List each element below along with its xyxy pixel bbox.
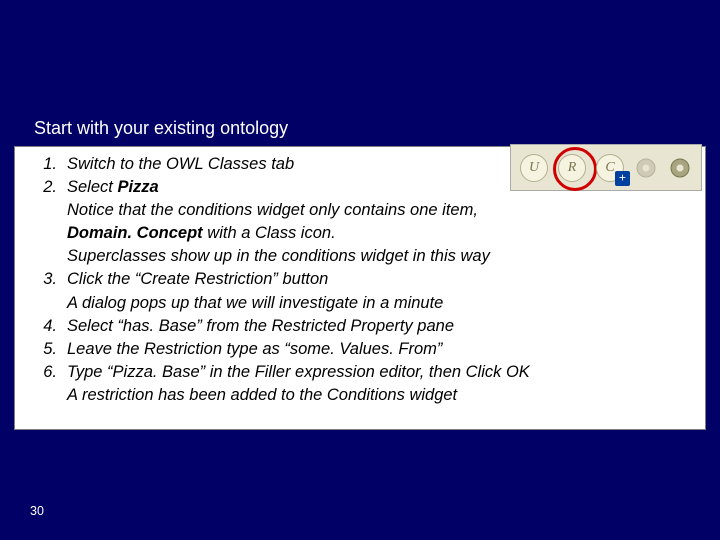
class-c-label: C (605, 160, 614, 176)
class-u-button: U (520, 154, 548, 182)
step-note: Superclasses show up in the conditions w… (67, 245, 693, 268)
step-note: A dialog pops up that we will investigat… (67, 292, 693, 315)
steps-list: 1.Switch to the OWL Classes tab2.Select … (27, 153, 693, 407)
gear-disabled-icon (634, 156, 658, 180)
step-row: 5.Leave the Restriction type as “some. V… (27, 338, 693, 361)
create-restriction-button[interactable]: R (558, 154, 586, 182)
slide-title: Start with your existing ontology (34, 118, 288, 139)
step-row: 3.Click the “Create Restriction” button (27, 268, 693, 291)
step-note: Domain. Concept with a Class icon. (67, 222, 693, 245)
step-number: 3. (27, 268, 67, 291)
step-number: 2. (27, 176, 67, 199)
step-text: Select “has. Base” from the Restricted P… (67, 315, 693, 338)
class-u-label: U (529, 160, 539, 176)
step-text: Click the “Create Restriction” button (67, 268, 693, 291)
step-number: 1. (27, 153, 67, 176)
step-number: 4. (27, 315, 67, 338)
step-note: A restriction has been added to the Cond… (67, 384, 693, 407)
step-note: Notice that the conditions widget only c… (67, 199, 693, 222)
step-number: 6. (27, 361, 67, 384)
gear-icon (668, 156, 692, 180)
page-number: 30 (30, 504, 44, 518)
plus-badge-icon: + (615, 171, 630, 186)
step-row: 4.Select “has. Base” from the Restricted… (27, 315, 693, 338)
toolbar-image: U R C + (510, 144, 702, 191)
class-c-button: C + (596, 154, 624, 182)
step-row: 6.Type “Pizza. Base” in the Filler expre… (27, 361, 693, 384)
create-restriction-label: R (568, 160, 577, 176)
step-number: 5. (27, 338, 67, 361)
step-text: Leave the Restriction type as “some. Val… (67, 338, 693, 361)
step-text: Type “Pizza. Base” in the Filler express… (67, 361, 693, 384)
